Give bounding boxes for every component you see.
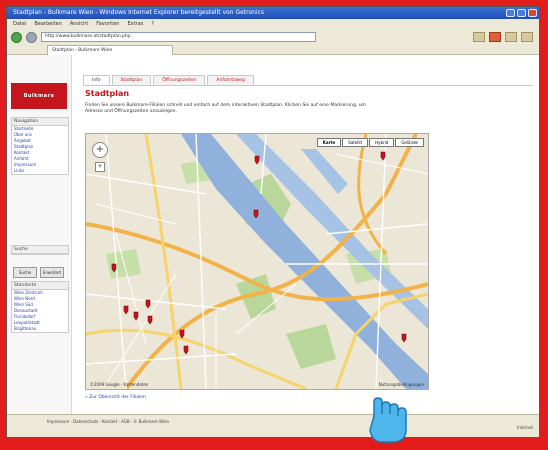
city-map[interactable]: + Karte Satellit Hybrid Gelände ©2009 Go… [85,133,429,390]
forward-button[interactable] [26,31,37,43]
intro-text: Finden Sie unsere Bulkmare-Filialen schn… [85,103,366,114]
logo-text: Bulkmare [23,93,55,99]
menu-view[interactable]: Ansicht [70,19,88,30]
map-type-selector: Karte Satellit Hybrid Gelände [316,138,424,147]
status-bar: Impressum · Datenschutz · Kontakt · AGB … [7,414,539,437]
tab-info[interactable]: Info [83,75,110,85]
left-column: Bulkmare Navigation Startseite Über uns … [7,55,72,415]
stop-icon[interactable] [489,32,501,42]
minimize-button[interactable] [506,9,515,17]
search-buttons: Suche Erweitert [13,267,64,278]
menu-tools[interactable]: Extras [127,19,143,30]
locations-box: Standorte Wien Zentrum Wien Nord Wien Sü… [11,281,69,333]
search-box-title: Suche [12,246,68,254]
site-logo[interactable]: Bulkmare [11,83,67,109]
nav-box: Navigation Startseite Über uns Angebot S… [11,117,69,175]
search-button[interactable]: Suche [13,267,37,278]
window-controls [506,9,537,17]
menu-edit[interactable]: Bearbeiten [34,19,61,30]
map-type-satellite[interactable]: Satellit [342,138,369,147]
page-title: Stadtplan [85,89,130,98]
map-type-map[interactable]: Karte [316,138,342,147]
menu-file[interactable]: Datei [13,19,26,30]
address-bar[interactable]: http://www.bulkmare.at/stadtplan.php [41,32,316,42]
footer-text: Impressum · Datenschutz · Kontakt · AGB … [47,419,170,424]
menu-bar: Datei Bearbeiten Ansicht Favoriten Extra… [7,19,539,30]
advanced-search-button[interactable]: Erweitert [40,267,64,278]
menu-help[interactable]: ? [151,19,154,30]
map-credit: ©2009 Google - Kartendaten [90,382,149,387]
map-pan-control[interactable] [92,142,108,158]
page-tabs: Info Stadtplan Öffnungszeiten Anfahrtswe… [83,75,254,85]
webpage: Bulkmare Navigation Startseite Über uns … [7,55,539,415]
browser-window: Stadtplan - Bulkmare Wien - Windows Inte… [6,6,540,438]
overview-link[interactable]: » Zur Übersicht der Filialen [85,395,146,400]
map-terms-link[interactable]: Nutzungsbedingungen [379,382,424,387]
back-button[interactable] [11,31,22,43]
home-icon[interactable] [521,32,533,42]
window-title: Stadtplan - Bulkmare Wien - Windows Inte… [13,9,265,16]
browser-tab[interactable]: Stadtplan - Bulkmare Wien [47,45,173,55]
map-type-hybrid[interactable]: Hybrid [369,138,395,147]
status-zone: Internet [517,425,533,430]
main-content: Info Stadtplan Öffnungszeiten Anfahrtswe… [77,55,539,415]
hand-cursor-icon [369,397,407,443]
map-type-terrain[interactable]: Gelände [395,138,424,147]
browser-tabstrip: Stadtplan - Bulkmare Wien [7,44,539,55]
tab-hours[interactable]: Öffnungszeiten [153,75,206,85]
window-titlebar: Stadtplan - Bulkmare Wien - Windows Inte… [7,7,539,19]
tab-stadtplan[interactable]: Stadtplan [111,75,152,85]
map-zoom-in-button[interactable]: + [95,162,105,172]
locations-box-title: Standorte [12,282,68,290]
nav-toolbar: http://www.bulkmare.at/stadtplan.php [7,30,539,45]
nav-box-title: Navigation [12,118,68,126]
location-link[interactable]: Brigittenau [12,326,68,332]
tab-directions[interactable]: Anfahrtsweg [207,75,254,85]
close-button[interactable] [528,9,537,17]
refresh-icon[interactable] [473,32,485,42]
map-canvas[interactable] [86,134,428,389]
maximize-button[interactable] [517,9,526,17]
search-box: Suche [11,245,69,255]
nav-link[interactable]: Links [12,168,68,174]
tabs-divider [83,85,533,86]
toolbar-tools [473,32,539,42]
search-icon[interactable] [505,32,517,42]
menu-favorites[interactable]: Favoriten [96,19,119,30]
